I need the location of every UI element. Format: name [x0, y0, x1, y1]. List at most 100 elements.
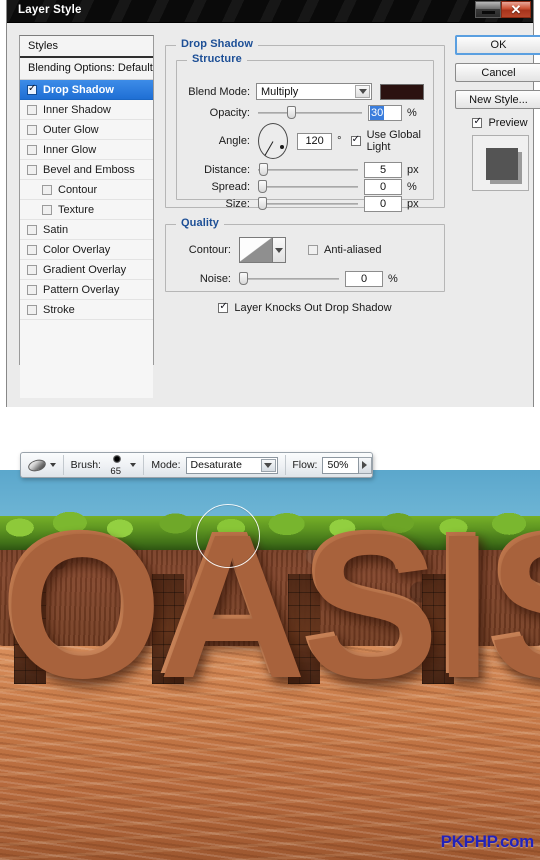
sidebar-item-label: Outer Glow: [43, 123, 99, 136]
ok-button[interactable]: OK: [455, 35, 540, 55]
spread-input[interactable]: 0: [364, 179, 402, 195]
layer-knocks-out-row[interactable]: Layer Knocks Out Drop Shadow: [165, 301, 445, 314]
shadow-color-swatch[interactable]: [380, 83, 424, 100]
slider-knob[interactable]: [259, 163, 268, 176]
checkbox-outer-glow[interactable]: [27, 124, 37, 135]
checkbox-preview[interactable]: [472, 116, 483, 128]
cancel-button[interactable]: Cancel: [455, 63, 540, 82]
slider-knob[interactable]: [258, 197, 267, 210]
sidebar-item-inner-glow[interactable]: Inner Glow: [20, 140, 153, 160]
preview-label: Preview: [488, 117, 528, 129]
styles-panel-header[interactable]: Styles: [20, 36, 153, 58]
close-icon[interactable]: ✕: [501, 1, 531, 18]
brush-tool-icon[interactable]: [26, 457, 48, 474]
mode-label: Mode:: [151, 459, 181, 471]
contour-preview-icon[interactable]: [239, 237, 273, 263]
brush-tip-icon: [112, 455, 121, 463]
sidebar-item-satin[interactable]: Satin: [20, 220, 153, 240]
window-controls: ✕: [475, 1, 531, 18]
toolbar-divider: [143, 455, 145, 475]
checkbox-inner-glow[interactable]: [27, 144, 37, 155]
checkbox-stroke[interactable]: [27, 304, 37, 315]
sidebar-item-texture[interactable]: Texture: [20, 200, 153, 220]
opacity-input[interactable]: 30: [368, 105, 402, 121]
chevron-down-icon[interactable]: [260, 458, 276, 472]
sidebar-item-blending-options[interactable]: Blending Options: Default: [20, 58, 153, 80]
brush-label: Brush:: [70, 459, 101, 471]
angle-input[interactable]: 120: [297, 132, 333, 150]
flow-value: 50%: [327, 459, 349, 471]
angle-label: Angle:: [218, 135, 250, 147]
brush-preset-thumbnail[interactable]: 65: [106, 453, 126, 477]
noise-slider[interactable]: [239, 272, 339, 286]
minimize-icon[interactable]: [475, 1, 501, 18]
slider-knob[interactable]: [258, 180, 267, 193]
sidebar-item-pattern-overlay[interactable]: Pattern Overlay: [20, 280, 153, 300]
slider-knob[interactable]: [287, 106, 296, 119]
distance-slider[interactable]: [258, 163, 358, 177]
preview-square: [485, 148, 518, 180]
checkbox-inner-shadow[interactable]: [27, 104, 37, 115]
brush-cursor-ring: [196, 504, 260, 568]
chevron-down-icon[interactable]: [355, 85, 370, 98]
flow-stepper-icon[interactable]: [358, 456, 373, 474]
sidebar-item-outer-glow[interactable]: Outer Glow: [20, 120, 153, 140]
photoshop-canvas[interactable]: OASIS PKPHP.com: [0, 470, 540, 860]
structure-group-label: Structure: [187, 53, 247, 65]
mode-select[interactable]: Desaturate: [185, 456, 278, 474]
checkbox-drop-shadow[interactable]: [27, 83, 37, 95]
drop-shadow-settings: Drop Shadow Structure Blend Mode: Multip…: [165, 35, 445, 415]
dialog-button-column: OK Cancel New Style... Preview: [455, 35, 540, 191]
anti-aliased-row[interactable]: Anti-aliased: [308, 244, 381, 256]
use-global-light-row[interactable]: Use Global Light: [350, 129, 431, 153]
spread-value: 0: [379, 181, 387, 193]
checkbox-layer-knocks-out[interactable]: [218, 301, 229, 313]
size-unit: px: [407, 198, 419, 210]
opacity-unit: %: [407, 107, 417, 119]
checkbox-anti-aliased[interactable]: [308, 245, 318, 255]
sidebar-item-color-overlay[interactable]: Color Overlay: [20, 240, 153, 260]
sidebar-item-stroke[interactable]: Stroke: [20, 300, 153, 320]
sidebar-item-inner-shadow[interactable]: Inner Shadow: [20, 100, 153, 120]
chevron-down-icon[interactable]: [273, 237, 286, 263]
chevron-down-icon[interactable]: [130, 463, 137, 467]
sidebar-item-contour[interactable]: Contour: [20, 180, 153, 200]
layer-style-dialog: Layer Style ✕ Styles Blending Options: D…: [6, 0, 540, 407]
quality-group: Quality Contour: Anti-aliased Noise: 0 %: [165, 217, 445, 292]
preview-row[interactable]: Preview: [455, 116, 540, 129]
opacity-slider[interactable]: [258, 106, 362, 120]
chevron-down-icon[interactable]: [49, 463, 56, 467]
oasis-3d-text: OASIS: [0, 500, 540, 780]
quality-group-label: Quality: [176, 217, 224, 229]
spread-slider[interactable]: [258, 180, 358, 194]
dial-handle[interactable]: [280, 145, 284, 149]
checkbox-gradient-overlay[interactable]: [27, 264, 37, 275]
noise-input[interactable]: 0: [345, 271, 383, 287]
checkbox-pattern-overlay[interactable]: [27, 284, 37, 295]
sidebar-item-gradient-overlay[interactable]: Gradient Overlay: [20, 260, 153, 280]
size-input[interactable]: 0: [364, 196, 402, 212]
size-slider[interactable]: [258, 197, 358, 211]
contour-row: Contour: Anti-aliased: [174, 237, 430, 263]
slider-knob[interactable]: [239, 272, 248, 285]
angle-dial[interactable]: [258, 123, 289, 159]
checkbox-texture[interactable]: [42, 204, 52, 215]
contour-picker[interactable]: [239, 237, 286, 263]
checkbox-use-global-light[interactable]: [350, 134, 361, 146]
noise-label: Noise:: [199, 273, 231, 285]
sidebar-item-bevel-and-emboss[interactable]: Bevel and Emboss: [20, 160, 153, 180]
checkbox-contour[interactable]: [42, 184, 52, 195]
checkbox-satin[interactable]: [27, 224, 37, 235]
flow-input[interactable]: 50%: [322, 456, 359, 474]
new-style-button[interactable]: New Style...: [455, 90, 540, 109]
dialog-titlebar[interactable]: Layer Style ✕: [7, 0, 533, 23]
blend-mode-select[interactable]: Multiply: [256, 83, 372, 100]
sidebar-item-label: Pattern Overlay: [43, 283, 120, 296]
checkbox-color-overlay[interactable]: [27, 244, 37, 255]
checkbox-bevel-and-emboss[interactable]: [27, 164, 37, 175]
sidebar-item-label: Inner Shadow: [43, 103, 111, 116]
sidebar-item-drop-shadow[interactable]: Drop Shadow: [20, 80, 153, 100]
distance-input[interactable]: 5: [364, 162, 402, 178]
styles-list-panel: Styles Blending Options: Default Drop Sh…: [19, 35, 154, 398]
angle-row: Angle: 120 ° Use Global Ligh: [185, 123, 431, 159]
